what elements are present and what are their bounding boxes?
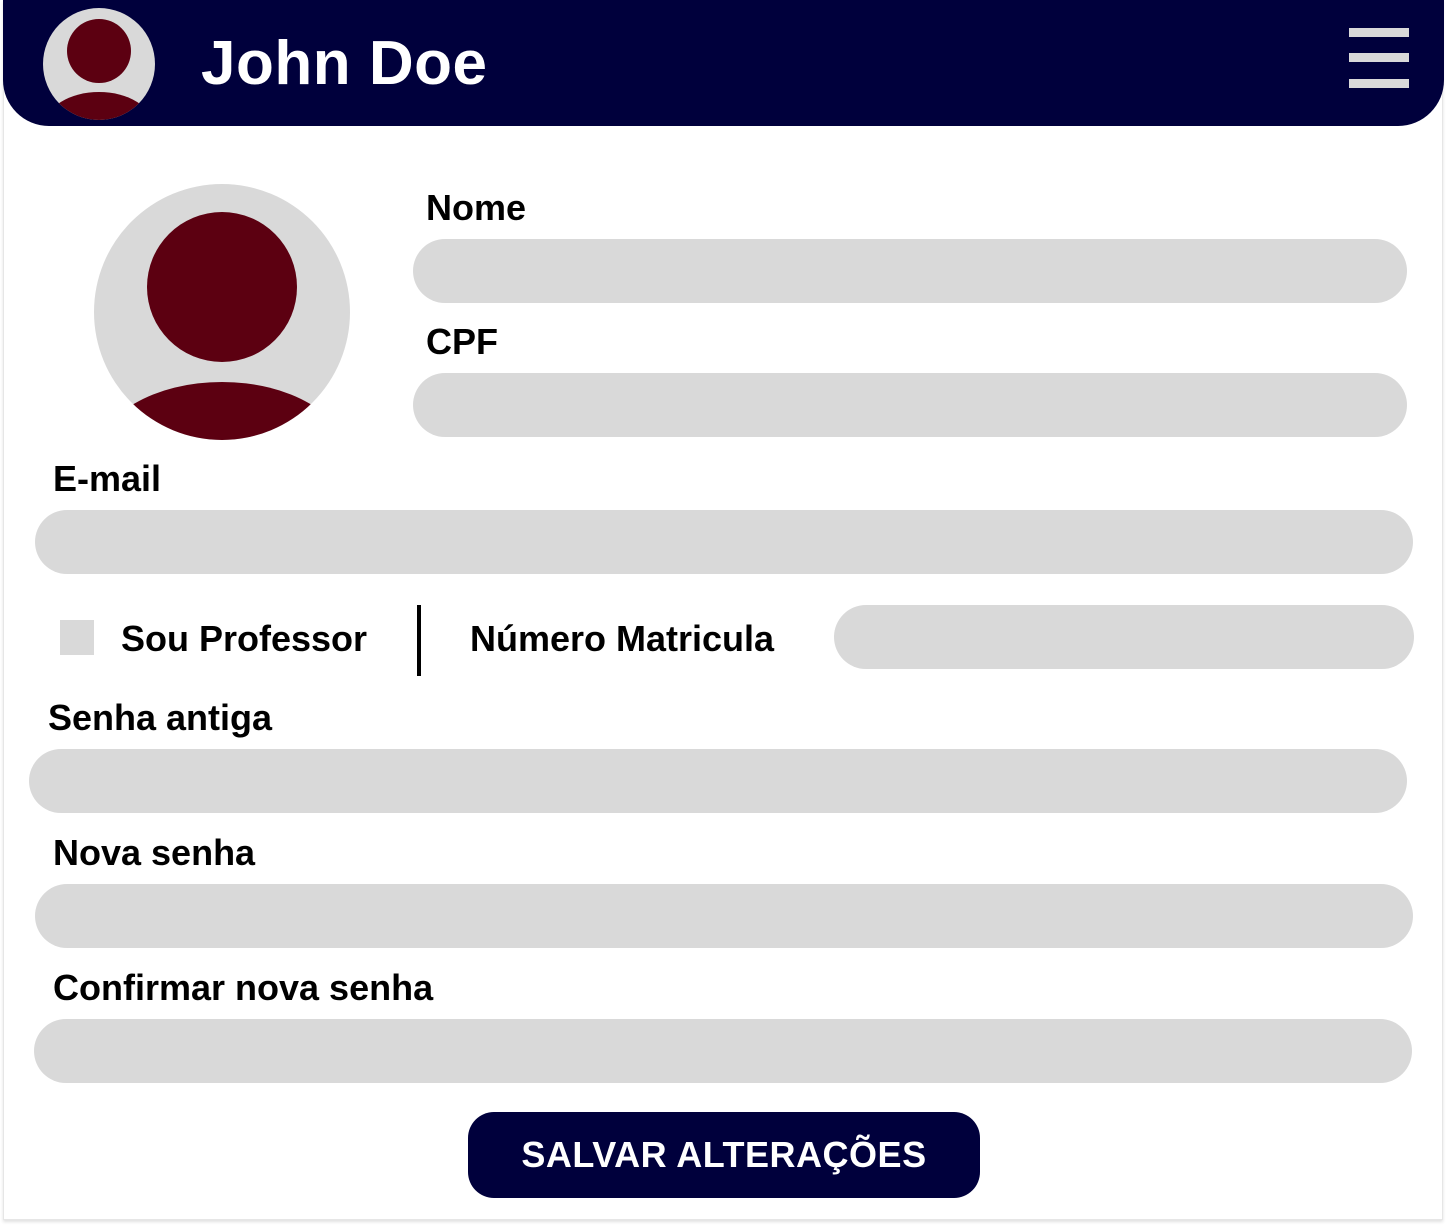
menu-line [1349,28,1409,37]
cpf-input[interactable] [413,373,1407,437]
top-header: John Doe [3,0,1444,126]
email-label: E-mail [53,458,162,499]
old-password-input[interactable] [29,749,1407,813]
email-input[interactable] [35,510,1413,574]
cpf-label: CPF [426,321,498,362]
registration-label: Número Matricula [470,618,775,659]
registration-input[interactable] [834,605,1414,669]
new-password-label: Nova senha [53,832,256,873]
professor-label: Sou Professor [121,618,368,659]
confirm-password-label: Confirmar nova senha [53,967,434,1008]
new-password-input[interactable] [35,884,1413,948]
professor-checkbox[interactable] [60,620,94,655]
name-label: Nome [426,187,527,228]
menu-line [1349,79,1409,88]
header-user-name: John Doe [201,29,488,98]
save-changes-button[interactable]: SALVAR ALTERAÇÕES [468,1112,980,1198]
hamburger-menu-icon[interactable] [1349,26,1411,90]
menu-line [1349,53,1409,62]
divider [417,605,421,676]
user-avatar-icon[interactable] [43,8,155,120]
profile-avatar-icon[interactable] [94,184,350,440]
old-password-label: Senha antiga [48,697,273,738]
name-input[interactable] [413,239,1407,303]
confirm-password-input[interactable] [34,1019,1412,1083]
